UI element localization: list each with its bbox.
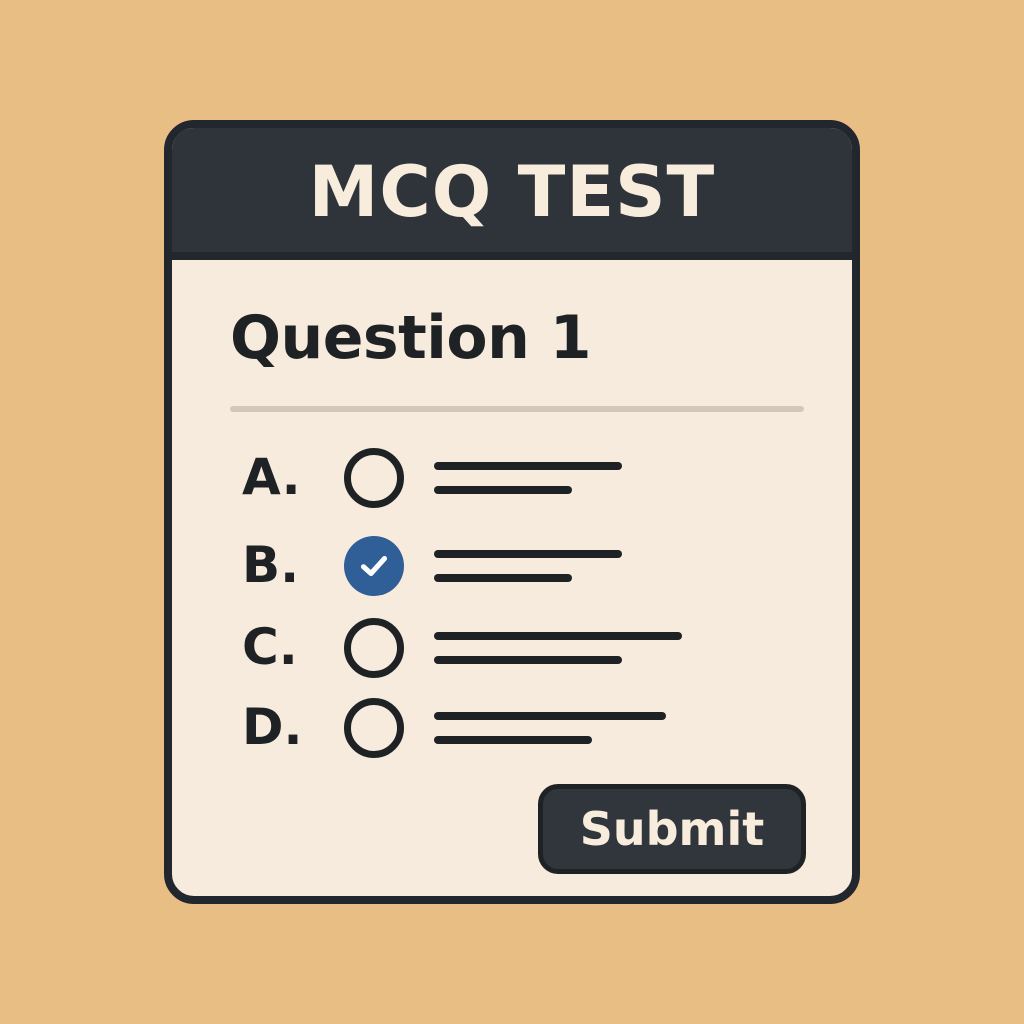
option-b-checked-radio-icon[interactable] bbox=[344, 536, 404, 596]
option-c-text-line-1 bbox=[434, 632, 682, 640]
option-a-radio-icon[interactable] bbox=[344, 448, 404, 508]
option-d-radio-icon[interactable] bbox=[344, 698, 404, 758]
option-a-letter: A. bbox=[242, 448, 301, 506]
question-heading: Question 1 bbox=[230, 303, 591, 373]
option-a-text-line-2 bbox=[434, 486, 572, 494]
option-c-letter: C. bbox=[242, 618, 298, 676]
submit-button[interactable]: Submit bbox=[538, 784, 806, 874]
option-a-text-line-1 bbox=[434, 462, 622, 470]
option-b[interactable]: B. bbox=[242, 532, 722, 602]
window-titlebar: MCQ TEST bbox=[172, 128, 852, 260]
option-a[interactable]: A. bbox=[242, 444, 722, 514]
option-c[interactable]: C. bbox=[242, 614, 722, 684]
option-d-text-line-2 bbox=[434, 736, 592, 744]
window-title: MCQ TEST bbox=[308, 151, 716, 233]
option-d-letter: D. bbox=[242, 698, 303, 756]
option-b-letter: B. bbox=[242, 536, 300, 594]
option-c-radio-icon[interactable] bbox=[344, 618, 404, 678]
option-b-text-line-2 bbox=[434, 574, 572, 582]
mcq-test-window: MCQ TEST Question 1 A. B. C. D. Submit bbox=[164, 120, 860, 904]
checkmark-icon bbox=[360, 555, 388, 577]
page-background: MCQ TEST Question 1 A. B. C. D. Submit bbox=[0, 0, 1024, 1024]
option-d-text-line-1 bbox=[434, 712, 666, 720]
option-d[interactable]: D. bbox=[242, 694, 722, 764]
option-b-text-line-1 bbox=[434, 550, 622, 558]
question-divider bbox=[230, 406, 804, 412]
option-c-text-line-2 bbox=[434, 656, 622, 664]
